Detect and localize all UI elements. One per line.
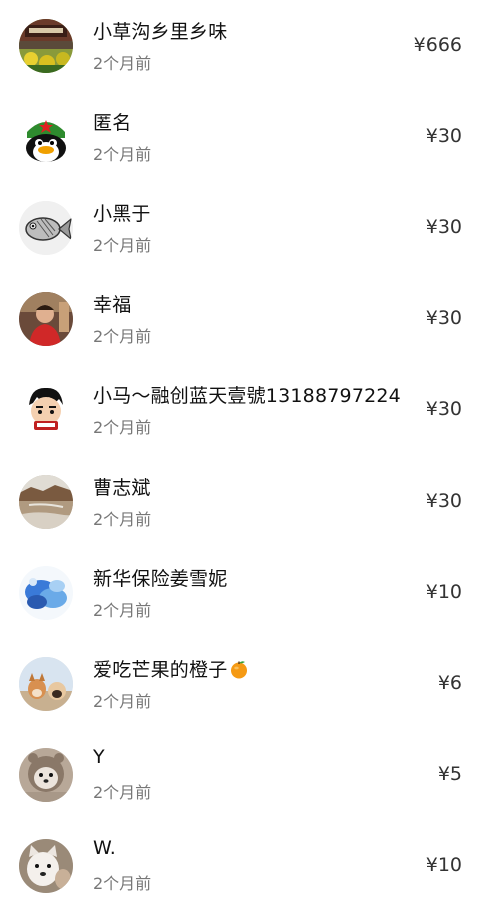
donation-amount: ¥30 xyxy=(425,307,462,329)
donation-amount: ¥5 xyxy=(437,763,462,785)
donor-name: Y xyxy=(93,746,105,768)
donation-amount: ¥666 xyxy=(413,34,462,56)
donor-name: 幸福 xyxy=(93,294,132,316)
donation-time: 2个月前 xyxy=(93,236,152,255)
donation-time: 2个月前 xyxy=(93,783,152,802)
avatar[interactable] xyxy=(19,475,73,529)
list-item[interactable]: 爱吃芒果的橙子 2个月前 ¥6 xyxy=(0,638,483,730)
cartoon-boy-icon xyxy=(19,383,73,437)
donor-name: 小马～融创蓝天壹號13188797224 xyxy=(93,385,401,407)
avatar[interactable] xyxy=(19,19,73,73)
donation-amount: ¥30 xyxy=(425,398,462,420)
qq-penguin-icon xyxy=(19,110,73,164)
donation-amount: ¥30 xyxy=(425,125,462,147)
donor-name: 小黑于 xyxy=(93,203,151,225)
avatar[interactable] xyxy=(19,748,73,802)
donation-amount: ¥10 xyxy=(425,854,462,876)
donation-time: 2个月前 xyxy=(93,601,152,620)
dogs-photo-icon xyxy=(19,657,73,711)
avatar[interactable] xyxy=(19,657,73,711)
sketch-fish-icon xyxy=(19,201,73,255)
avatar[interactable] xyxy=(19,383,73,437)
blue-abstract-icon xyxy=(19,566,73,620)
avatar[interactable] xyxy=(19,839,73,893)
list-item[interactable]: 小马～融创蓝天壹號13188797224 2个月前 ¥30 xyxy=(0,364,483,456)
donation-amount: ¥30 xyxy=(425,216,462,238)
orange-icon xyxy=(231,661,248,679)
donation-amount: ¥6 xyxy=(437,672,462,694)
avatar[interactable] xyxy=(19,110,73,164)
donor-name: W. xyxy=(93,837,117,859)
person-photo-icon xyxy=(19,292,73,346)
donation-amount: ¥10 xyxy=(425,581,462,603)
donation-time: 2个月前 xyxy=(93,54,152,73)
donation-time: 2个月前 xyxy=(93,327,152,346)
avatar[interactable] xyxy=(19,201,73,255)
donor-name: 爱吃芒果的橙子 xyxy=(93,655,249,682)
donor-name: 曹志斌 xyxy=(93,477,151,499)
white-dog-icon xyxy=(19,839,73,893)
donor-name: 新华保险姜雪妮 xyxy=(93,568,228,590)
list-item[interactable]: W. 2个月前 ¥10 xyxy=(0,820,483,912)
list-item[interactable]: 曹志斌 2个月前 ¥30 xyxy=(0,456,483,548)
list-item[interactable]: 新华保险姜雪妮 2个月前 ¥10 xyxy=(0,547,483,639)
donor-name: 小草沟乡里乡味 xyxy=(93,21,228,43)
river-landscape-icon xyxy=(19,475,73,529)
avatar[interactable] xyxy=(19,566,73,620)
donor-name-text: 爱吃芒果的橙子 xyxy=(93,659,228,681)
hooded-pet-icon xyxy=(19,748,73,802)
donation-list: 小草沟乡里乡味 2个月前 ¥666 匿名 2个月前 ¥30 小黑于 2个月前 ¥… xyxy=(0,0,483,908)
donation-time: 2个月前 xyxy=(93,510,152,529)
landscape-gate-icon xyxy=(19,19,73,73)
donation-time: 2个月前 xyxy=(93,418,152,437)
list-item[interactable]: 匿名 2个月前 ¥30 xyxy=(0,91,483,183)
donor-name: 匿名 xyxy=(93,112,132,134)
list-item[interactable]: 幸福 2个月前 ¥30 xyxy=(0,273,483,365)
list-item[interactable]: 小草沟乡里乡味 2个月前 ¥666 xyxy=(0,0,483,92)
list-item[interactable]: Y 2个月前 ¥5 xyxy=(0,729,483,821)
list-item[interactable]: 小黑于 2个月前 ¥30 xyxy=(0,182,483,274)
avatar[interactable] xyxy=(19,292,73,346)
donation-time: 2个月前 xyxy=(93,145,152,164)
donation-time: 2个月前 xyxy=(93,692,152,711)
donation-time: 2个月前 xyxy=(93,874,152,893)
donation-amount: ¥30 xyxy=(425,490,462,512)
